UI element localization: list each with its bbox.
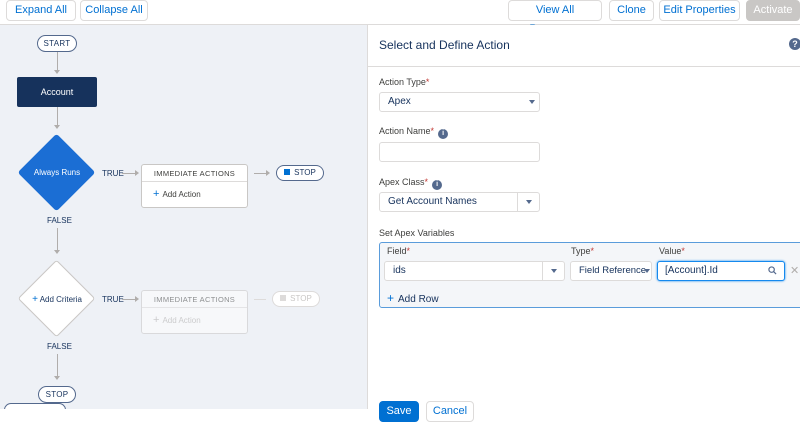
add-action-label: Add Action bbox=[162, 316, 201, 325]
plus-icon: + bbox=[387, 291, 395, 305]
apex-variables-label: Set Apex Variables bbox=[379, 228, 455, 238]
apex-class-select[interactable]: Get Account Names bbox=[379, 192, 540, 212]
immediate-actions-header: IMMEDIATE ACTIONS bbox=[142, 291, 247, 308]
connector bbox=[57, 107, 58, 125]
stop-square-icon bbox=[280, 295, 287, 301]
false-label: FALSE bbox=[47, 342, 72, 351]
add-row-button[interactable]: + Add Row bbox=[387, 291, 439, 305]
action-type-value: Apex bbox=[388, 96, 411, 107]
type-value: Field Reference bbox=[579, 265, 647, 276]
action-type-select[interactable]: Apex bbox=[379, 92, 540, 112]
plus-icon: + bbox=[153, 314, 160, 326]
stop-node: STOP bbox=[272, 291, 320, 307]
apex-variables-section: Field* Type* Value* ids Field Reference … bbox=[379, 242, 800, 308]
chevron-down-icon bbox=[644, 269, 650, 273]
process-canvas: START Account Always Runs TRUE IMMEDIATE… bbox=[0, 25, 367, 409]
save-button[interactable]: Save bbox=[379, 401, 419, 422]
connector bbox=[57, 52, 58, 70]
true-label: TRUE bbox=[102, 295, 124, 304]
view-all-processes-button[interactable]: View All Processes bbox=[508, 0, 602, 35]
add-action-link: + Add Action bbox=[142, 308, 247, 333]
stop-label: STOP bbox=[294, 168, 316, 177]
immediate-actions-header: IMMEDIATE ACTIONS bbox=[142, 165, 247, 182]
connector-arrow bbox=[54, 125, 60, 129]
add-row-label: Add Row bbox=[398, 294, 439, 305]
field-value: ids bbox=[393, 265, 406, 276]
chevron-down-icon bbox=[526, 200, 532, 204]
connector-arrow bbox=[54, 250, 60, 254]
action-name-input[interactable] bbox=[379, 142, 540, 162]
add-criteria-label: + Add Criteria bbox=[32, 294, 82, 305]
apex-class-label: Apex Class* i bbox=[379, 177, 443, 190]
connector-arrow bbox=[54, 70, 60, 74]
partial-node bbox=[4, 403, 66, 409]
action-type-label: Action Type* bbox=[379, 77, 430, 87]
action-name-label: Action Name* i bbox=[379, 126, 449, 139]
stop-label: STOP bbox=[290, 294, 312, 303]
apex-class-dropdown-toggle[interactable] bbox=[517, 193, 539, 211]
stop-node: STOP bbox=[276, 165, 324, 181]
object-node-account[interactable]: Account bbox=[17, 77, 97, 107]
type-select[interactable]: Field Reference bbox=[570, 261, 652, 281]
chevron-down-icon bbox=[551, 269, 557, 273]
connector bbox=[254, 173, 266, 174]
chevron-down-icon bbox=[529, 100, 535, 104]
connector bbox=[122, 299, 136, 300]
remove-row-icon[interactable]: ✕ bbox=[790, 264, 799, 277]
connector bbox=[122, 173, 136, 174]
end-stop-node: STOP bbox=[38, 386, 76, 403]
connector bbox=[254, 299, 266, 300]
activate-button[interactable]: Activate bbox=[746, 0, 800, 21]
true-label: TRUE bbox=[102, 169, 124, 178]
field-column-label: Field* bbox=[387, 246, 411, 256]
immediate-actions-box: IMMEDIATE ACTIONS + Add Action bbox=[141, 164, 248, 208]
field-select[interactable]: ids bbox=[384, 261, 565, 281]
value-column-label: Value* bbox=[659, 246, 685, 256]
info-icon[interactable]: i bbox=[438, 129, 449, 139]
connector bbox=[57, 228, 58, 250]
type-column-label: Type* bbox=[571, 246, 595, 256]
help-icon[interactable]: ? bbox=[789, 38, 800, 50]
add-action-link[interactable]: + Add Action bbox=[142, 182, 247, 207]
connector-arrow bbox=[266, 170, 270, 176]
criteria-label: Always Runs bbox=[33, 168, 81, 177]
immediate-actions-box: IMMEDIATE ACTIONS + Add Action bbox=[141, 290, 248, 334]
panel-title: Select and Define Action bbox=[379, 38, 510, 52]
value-input[interactable]: [Account].Id bbox=[657, 261, 785, 281]
connector-arrow bbox=[135, 170, 139, 176]
search-icon bbox=[768, 266, 777, 275]
start-node: START bbox=[37, 35, 77, 52]
connector-arrow bbox=[54, 376, 60, 380]
field-dropdown-toggle[interactable] bbox=[542, 262, 564, 280]
collapse-all-button[interactable]: Collapse All bbox=[80, 0, 148, 21]
clone-button[interactable]: Clone bbox=[609, 0, 654, 21]
connector bbox=[57, 354, 58, 376]
value-text: [Account].Id bbox=[665, 265, 718, 276]
cancel-button[interactable]: Cancel bbox=[426, 401, 474, 422]
add-action-label: Add Action bbox=[162, 190, 201, 199]
plus-icon: + bbox=[153, 188, 160, 200]
info-icon[interactable]: i bbox=[432, 180, 443, 190]
connector-arrow bbox=[135, 296, 139, 302]
apex-class-value: Get Account Names bbox=[388, 196, 477, 207]
divider bbox=[368, 66, 800, 67]
action-panel: Select and Define Action ? Action Type* … bbox=[367, 25, 800, 422]
false-label: FALSE bbox=[47, 216, 72, 225]
toolbar: Expand All Collapse All View All Process… bbox=[0, 0, 800, 35]
stop-square-icon bbox=[284, 169, 291, 175]
edit-properties-button[interactable]: Edit Properties bbox=[659, 0, 740, 21]
expand-all-button[interactable]: Expand All bbox=[6, 0, 76, 21]
